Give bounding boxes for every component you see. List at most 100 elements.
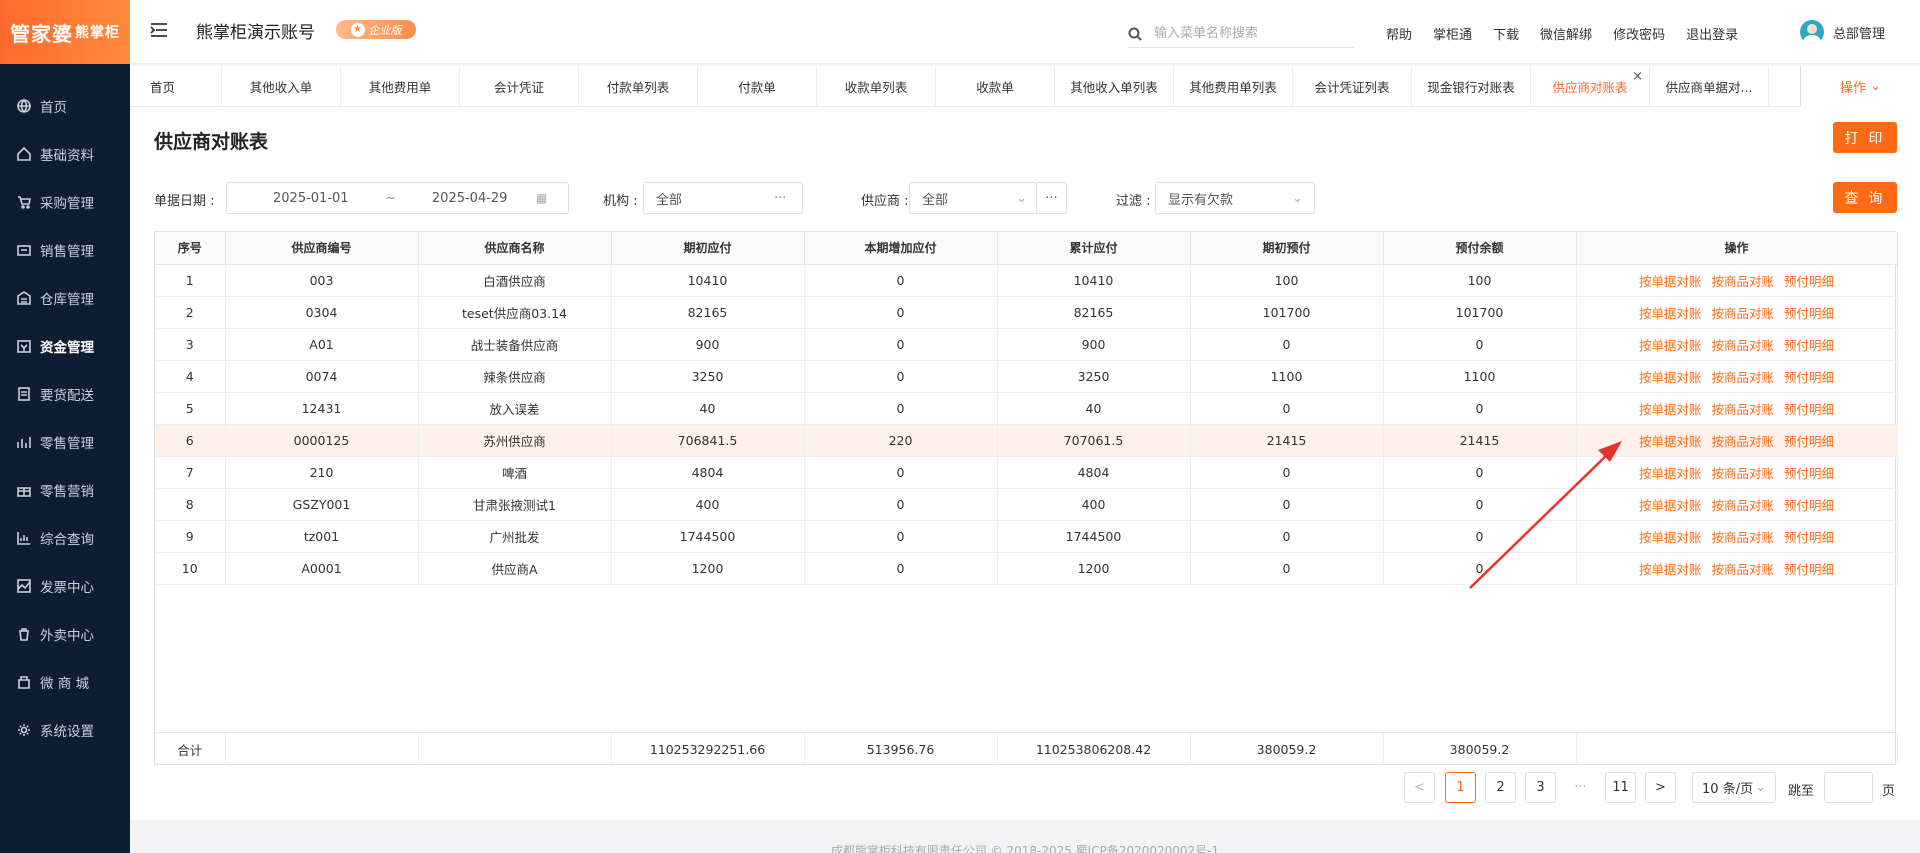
- prepay-detail-link[interactable]: 预付明细: [1784, 498, 1834, 513]
- org-select[interactable]: 全部 ···: [643, 182, 803, 214]
- date-from[interactable]: 2025-01-01: [273, 191, 363, 206]
- header-link-6[interactable]: 退出登录: [1686, 24, 1738, 43]
- sidebar-item-6[interactable]: 资金管理: [0, 322, 130, 370]
- tab-7[interactable]: 收款单列表: [817, 66, 936, 107]
- sidebar-item-3[interactable]: 采购管理: [0, 178, 130, 226]
- search-icon[interactable]: [1128, 27, 1142, 41]
- table-row[interactable]: 8 GSZY001 甘肃张掖测试1 400 0 400 0 0 按单据对账 按商品对账 预付明细: [155, 488, 1898, 521]
- menu-collapse-icon[interactable]: [150, 22, 168, 38]
- table-row[interactable]: 1 003 白酒供应商 10410 0 10410 100 100 按单据对账 按商品对账 预付明细: [155, 264, 1898, 297]
- header-link-4[interactable]: 微信解绑: [1540, 24, 1592, 43]
- table-row[interactable]: 2 0304 teset供应商03.14 82165 0 82165 101700 10170…: [155, 296, 1898, 329]
- reconcile-by-product-link[interactable]: 按商品对账: [1711, 466, 1774, 481]
- sidebar-item-8[interactable]: 零售管理: [0, 418, 130, 466]
- reconcile-by-document-link[interactable]: 按单据对账: [1639, 498, 1702, 513]
- sidebar-item-1[interactable]: 首页: [0, 82, 130, 130]
- sidebar-item-7[interactable]: 要货配送: [0, 370, 130, 418]
- supplier-select[interactable]: 全部 ⌄: [909, 182, 1037, 214]
- page-size-select[interactable]: 10 条/页 ⌄: [1692, 772, 1776, 803]
- header-link-3[interactable]: 下载: [1493, 24, 1519, 43]
- tab-11[interactable]: 会计凭证列表: [1293, 66, 1412, 107]
- menu-search-input[interactable]: [1154, 26, 1344, 41]
- reconcile-by-document-link[interactable]: 按单据对账: [1639, 338, 1702, 353]
- sidebar-item-2[interactable]: 基础资料: [0, 130, 130, 178]
- tab-9[interactable]: 其他收入单列表: [1055, 66, 1174, 107]
- prev-page-button[interactable]: <: [1404, 772, 1435, 803]
- reconcile-by-document-link[interactable]: 按单据对账: [1639, 306, 1702, 321]
- table-row[interactable]: 9 tz001 广州批发 1744500 0 1744500 0 0 按单据对账 按商品对账 预付明…: [155, 520, 1898, 553]
- reconcile-by-document-link[interactable]: 按单据对账: [1639, 402, 1702, 417]
- tab-3[interactable]: 其他费用单: [341, 66, 460, 107]
- reconcile-by-document-link[interactable]: 按单据对账: [1639, 434, 1702, 449]
- table-row[interactable]: 4 0074 辣条供应商 3250 0 3250 1100 1100 按单据对账 按商品对账 预付明…: [155, 360, 1898, 393]
- tab-6[interactable]: 付款单: [698, 66, 817, 107]
- more-icon[interactable]: ···: [774, 191, 786, 206]
- prepay-detail-link[interactable]: 预付明细: [1784, 274, 1834, 289]
- prepay-detail-link[interactable]: 预付明细: [1784, 562, 1834, 577]
- reconcile-by-product-link[interactable]: 按商品对账: [1711, 306, 1774, 321]
- reconcile-by-product-link[interactable]: 按商品对账: [1711, 434, 1774, 449]
- reconcile-by-product-link[interactable]: 按商品对账: [1711, 530, 1774, 545]
- user-menu[interactable]: 总部管理: [1800, 20, 1885, 44]
- prepay-detail-link[interactable]: 预付明细: [1784, 466, 1834, 481]
- table-row[interactable]: 10 A0001 供应商A 1200 0 1200 0 0 按单据对账 按商品对账 预付明细: [155, 552, 1898, 585]
- page-11-button[interactable]: 11: [1605, 772, 1636, 803]
- prepay-detail-link[interactable]: 预付明细: [1784, 402, 1834, 417]
- tab-12[interactable]: 现金银行对账表: [1412, 66, 1531, 107]
- tab-operations-menu[interactable]: 操作 ⌄: [1800, 66, 1920, 107]
- tab-2[interactable]: 其他收入单: [222, 66, 341, 107]
- reconcile-by-product-link[interactable]: 按商品对账: [1711, 562, 1774, 577]
- query-button[interactable]: 查 询: [1833, 182, 1897, 213]
- page-2-button[interactable]: 2: [1485, 772, 1516, 803]
- jump-page-input[interactable]: [1824, 772, 1873, 803]
- tab-10[interactable]: 其他费用单列表: [1174, 66, 1293, 107]
- prepay-detail-link[interactable]: 预付明细: [1784, 434, 1834, 449]
- close-icon[interactable]: ×: [1632, 69, 1643, 84]
- reconcile-by-document-link[interactable]: 按单据对账: [1639, 370, 1702, 385]
- reconcile-by-product-link[interactable]: 按商品对账: [1711, 498, 1774, 513]
- tab-5[interactable]: 付款单列表: [579, 66, 698, 107]
- avatar[interactable]: [1800, 20, 1824, 44]
- header-link-2[interactable]: 掌柜通: [1433, 24, 1472, 43]
- sidebar-item-10[interactable]: 综合查询: [0, 514, 130, 562]
- brand-logo[interactable]: 管家婆 熊掌柜: [0, 0, 130, 64]
- prepay-detail-link[interactable]: 预付明细: [1784, 338, 1834, 353]
- sidebar-item-9[interactable]: 零售营销: [0, 466, 130, 514]
- table-row[interactable]: 5 12431 放入误差 40 0 40 0 0 按单据对账 按商品对账 预付明细: [155, 392, 1898, 425]
- page-1-button[interactable]: 1: [1445, 772, 1476, 803]
- reconcile-by-document-link[interactable]: 按单据对账: [1639, 466, 1702, 481]
- reconcile-by-document-link[interactable]: 按单据对账: [1639, 274, 1702, 289]
- next-page-button[interactable]: >: [1645, 772, 1676, 803]
- reconcile-by-product-link[interactable]: 按商品对账: [1711, 274, 1774, 289]
- reconcile-by-product-link[interactable]: 按商品对账: [1711, 402, 1774, 417]
- tab-1[interactable]: 首页: [130, 66, 222, 107]
- filter-select[interactable]: 显示有欠款 ⌄: [1155, 182, 1315, 214]
- tab-13[interactable]: 供应商对账表 ×: [1531, 66, 1650, 107]
- table-row[interactable]: 3 A01 战士装备供应商 900 0 900 0 0 按单据对账 按商品对账 预付明细: [155, 328, 1898, 361]
- tab-14[interactable]: 供应商单据对...: [1650, 66, 1769, 107]
- table-row[interactable]: 6 0000125 苏州供应商 706841.5 220 707061.5 21415 214…: [155, 424, 1898, 457]
- print-button[interactable]: 打 印: [1833, 122, 1897, 153]
- sidebar-item-14[interactable]: 系统设置: [0, 706, 130, 754]
- table-row[interactable]: 7 210 啤酒 4804 0 4804 0 0 按单据对账 按商品对账 预付明细: [155, 456, 1898, 489]
- reconcile-by-document-link[interactable]: 按单据对账: [1639, 530, 1702, 545]
- sidebar-item-4[interactable]: 销售管理: [0, 226, 130, 274]
- tab-8[interactable]: 收款单: [936, 66, 1055, 107]
- sidebar-item-11[interactable]: 发票中心: [0, 562, 130, 610]
- sidebar-item-13[interactable]: 微 商 城: [0, 658, 130, 706]
- date-range-picker[interactable]: 2025-01-01 ~ 2025-04-29 ▦: [226, 182, 569, 214]
- header-link-1[interactable]: 帮助: [1386, 24, 1412, 43]
- prepay-detail-link[interactable]: 预付明细: [1784, 530, 1834, 545]
- reconcile-by-product-link[interactable]: 按商品对账: [1711, 338, 1774, 353]
- prepay-detail-link[interactable]: 预付明细: [1784, 370, 1834, 385]
- sidebar-item-5[interactable]: 仓库管理: [0, 274, 130, 322]
- supplier-more-button[interactable]: ···: [1036, 182, 1067, 214]
- tab-4[interactable]: 会计凭证: [460, 66, 579, 107]
- calendar-icon[interactable]: ▦: [536, 191, 547, 205]
- page-3-button[interactable]: 3: [1525, 772, 1556, 803]
- reconcile-by-product-link[interactable]: 按商品对账: [1711, 370, 1774, 385]
- reconcile-by-document-link[interactable]: 按单据对账: [1639, 562, 1702, 577]
- prepay-detail-link[interactable]: 预付明细: [1784, 306, 1834, 321]
- date-to[interactable]: 2025-04-29: [432, 191, 522, 206]
- page-ellipsis[interactable]: ···: [1565, 772, 1596, 803]
